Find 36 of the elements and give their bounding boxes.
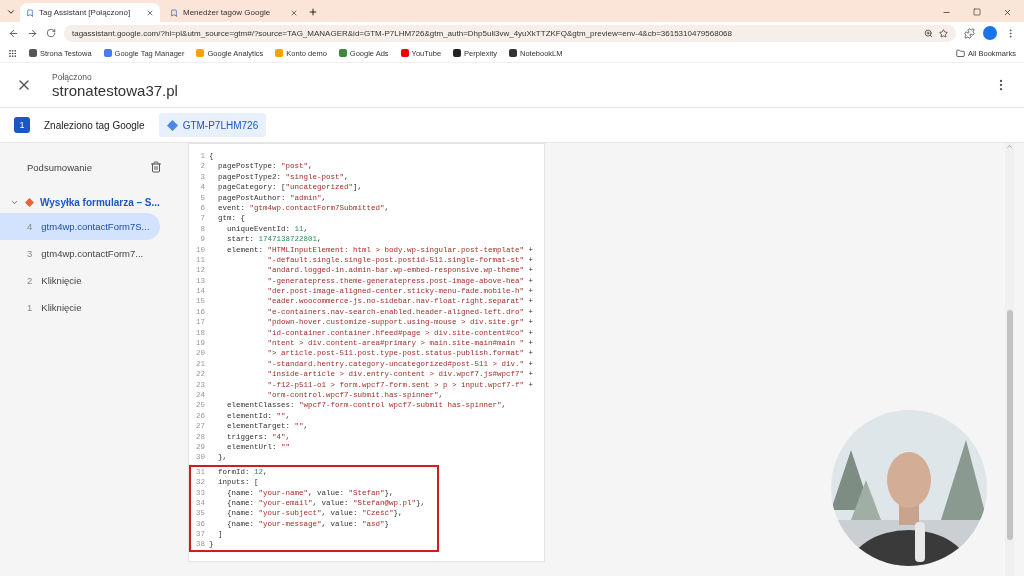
tab-title: Menedżer tagów Google	[183, 8, 272, 17]
browser-tab[interactable]: Menedżer tagów Google	[164, 3, 304, 22]
tab-favicon-icon	[26, 8, 34, 17]
site-name: stronatestowa37.pl	[52, 81, 178, 99]
event-item[interactable]: 4 gtm4wp.contactForm7S...	[0, 213, 160, 240]
connection-status: Połączono	[52, 71, 93, 82]
event-item[interactable]: 2 Kliknięcie	[0, 267, 160, 294]
close-icon[interactable]	[290, 8, 298, 17]
apps-icon[interactable]	[8, 48, 17, 58]
event-item[interactable]: 3 gtm4wp.contactForm7...	[0, 240, 160, 267]
back-icon[interactable]	[8, 27, 19, 39]
address-bar[interactable]: tagassistant.google.com/?hl=pl&utm_source=gtm#/?source=TAG_MANAGER&id=GTM-P7LHM726&gtm_auth=Dhp5uli3vw_4yuXkTTZKFQ&gtm_preview=env-4&cb=3615310479568068	[64, 24, 956, 42]
forward-icon[interactable]	[27, 27, 38, 39]
extensions-icon[interactable]	[964, 27, 975, 39]
profile-avatar-icon[interactable]	[983, 26, 997, 40]
new-tab-icon[interactable]	[308, 7, 318, 17]
tab-list-icon[interactable]	[6, 7, 16, 17]
maximize-icon[interactable]	[973, 8, 981, 16]
zoom-icon[interactable]	[924, 28, 933, 38]
folder-icon	[956, 48, 966, 58]
diamond-icon	[166, 119, 178, 131]
tab-favicon-icon	[170, 8, 178, 17]
tag-found-label: Znaleziono tag Google	[44, 119, 145, 131]
trash-icon[interactable]	[150, 161, 162, 173]
event-group[interactable]: Wysyłka formularza – S...	[0, 191, 170, 213]
star-icon[interactable]	[939, 28, 948, 38]
reload-icon[interactable]	[46, 28, 56, 38]
close-icon[interactable]	[146, 8, 154, 17]
event-item[interactable]: 1 Kliknięcie	[0, 294, 160, 321]
tab-title: Tag Assistant [Połączono]	[39, 8, 132, 17]
browser-tab[interactable]: Tag Assistant [Połączono]	[20, 3, 160, 22]
close-icon[interactable]	[1003, 8, 1012, 17]
count-badge: 1	[14, 117, 30, 133]
diamond-icon	[25, 197, 34, 207]
container-tab[interactable]: GTM-P7LHM726	[158, 113, 267, 137]
summary-title[interactable]: Podsumowanie	[27, 161, 92, 173]
